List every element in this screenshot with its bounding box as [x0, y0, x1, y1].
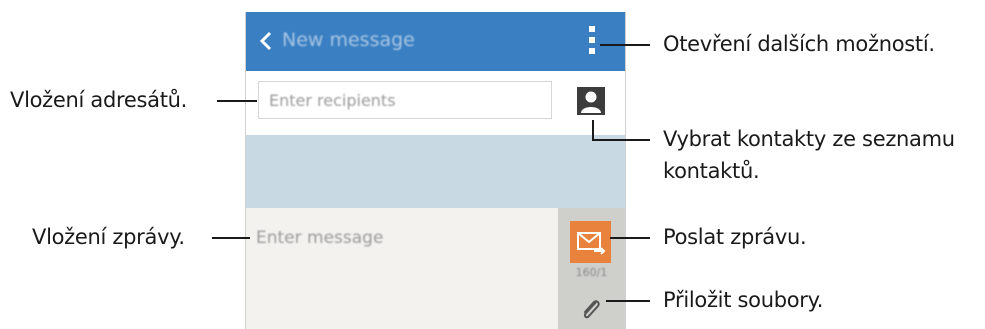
- compose-side-panel: 160/1: [558, 208, 625, 329]
- send-button[interactable]: [570, 221, 611, 263]
- callout-line-recipients: [217, 100, 257, 102]
- conversation-area: [246, 135, 625, 208]
- compose-area: Enter message 160/1: [246, 208, 625, 329]
- callout-line-attach: [606, 300, 650, 302]
- callout-line-more: [600, 44, 650, 46]
- recipients-input[interactable]: Enter recipients: [258, 81, 552, 119]
- recipients-placeholder: Enter recipients: [269, 91, 396, 110]
- callout-line-message: [212, 237, 250, 239]
- contact-icon[interactable]: [576, 86, 606, 116]
- callout-line-contacts: [592, 120, 594, 140]
- app-header: New message: [246, 12, 625, 71]
- callout-line-send: [610, 237, 650, 239]
- send-icon: [577, 232, 606, 255]
- phone-screen: New message Enter recipients Enter messa…: [245, 12, 626, 329]
- more-options-icon[interactable]: [585, 26, 599, 62]
- label-attach-files: Přiložit soubory.: [663, 288, 824, 312]
- message-input[interactable]: Enter message: [256, 228, 383, 248]
- character-counter: 160/1: [575, 266, 608, 279]
- back-icon[interactable]: [256, 29, 276, 53]
- label-more-options: Otevření dalších možností.: [663, 32, 935, 56]
- label-pick-contacts-2: kontaktů.: [663, 159, 760, 183]
- screen-title: New message: [282, 29, 415, 51]
- callout-line-contacts-h: [592, 139, 650, 141]
- label-pick-contacts-1: Vybrat kontakty ze seznamu: [663, 127, 955, 151]
- attach-icon[interactable]: [578, 296, 604, 322]
- label-send-message: Poslat zprávu.: [663, 225, 807, 249]
- label-enter-message: Vložení zprávy.: [32, 225, 185, 249]
- recipients-row: Enter recipients: [246, 71, 625, 135]
- label-add-recipients: Vložení adresátů.: [10, 88, 188, 112]
